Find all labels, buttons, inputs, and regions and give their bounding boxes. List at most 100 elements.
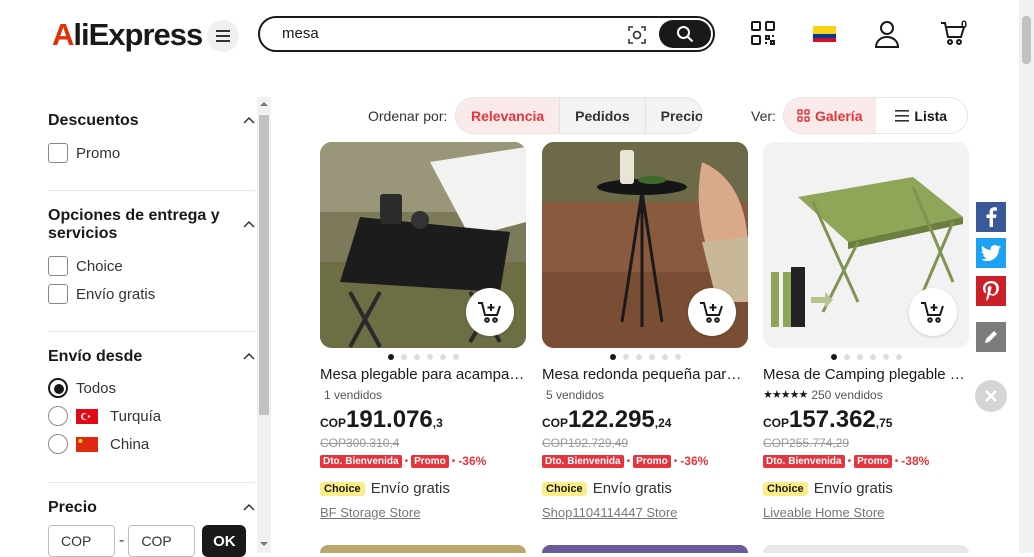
sort-precio[interactable]: Precio — [646, 98, 702, 133]
chevron-up-icon[interactable] — [243, 219, 255, 231]
product-card[interactable]: Mesa plegable para acampar al aire libre… — [320, 142, 526, 520]
product-title[interactable]: Mesa de Camping plegable portátil — [763, 366, 969, 384]
shipping-label: Envío gratis — [813, 480, 893, 497]
product-image[interactable] — [542, 545, 748, 553]
price-integer: 122.295 — [568, 406, 655, 433]
welcome-discount-badge: Dto. Bienvenida — [763, 454, 845, 468]
add-to-cart-button[interactable] — [909, 288, 957, 336]
product-title[interactable]: Mesa redonda pequeña para exteriores — [542, 366, 748, 384]
sort-relevancia[interactable]: Relevancia — [456, 98, 561, 133]
add-to-cart-icon — [700, 302, 723, 323]
welcome-discount-badge: Dto. Bienvenida — [542, 454, 624, 468]
store-link[interactable]: Liveable Home Store — [763, 505, 969, 520]
view-toggle: Galería Lista — [783, 97, 968, 134]
account-icon[interactable] — [874, 20, 900, 53]
badges: Dto. Bienvenida • Promo • -38% — [763, 454, 969, 468]
discount-percent: -36% — [458, 454, 487, 468]
filter-title: Envío desde — [48, 348, 143, 365]
product-image[interactable] — [763, 142, 969, 348]
search-bar — [258, 16, 715, 52]
view-galeria[interactable]: Galería — [784, 98, 876, 133]
choice-badge: Choice — [320, 481, 365, 496]
add-to-cart-icon — [921, 302, 944, 323]
product-title[interactable]: Mesa plegable para acampar al aire libre — [320, 366, 526, 384]
search-button[interactable] — [659, 20, 711, 48]
product-image[interactable] — [320, 545, 526, 553]
filter-option-envio-gratis[interactable]: Envío gratis — [48, 283, 255, 305]
checkbox[interactable] — [48, 284, 68, 304]
china-flag-icon — [76, 436, 98, 452]
filter-title: Precio — [48, 499, 97, 516]
price-min-input[interactable]: COP — [48, 525, 115, 557]
search-input[interactable] — [282, 25, 602, 42]
sold-label: 250 vendidos — [811, 387, 883, 402]
chevron-up-icon[interactable] — [243, 115, 255, 127]
camera-search-icon[interactable] — [627, 25, 647, 50]
product-image[interactable] — [542, 142, 748, 348]
sold-count: 5 vendidos — [542, 387, 748, 402]
option-label: Turquía — [110, 407, 162, 425]
shipping-label: Envío gratis — [592, 480, 672, 497]
promo-badge: Promo — [633, 454, 671, 468]
filter-option-china[interactable]: China — [48, 433, 255, 455]
list-icon — [895, 109, 910, 122]
product-image[interactable] — [763, 545, 969, 553]
filter-option-choice[interactable]: Choice — [48, 255, 255, 277]
product-image[interactable] — [320, 142, 526, 348]
turkey-flag-icon — [76, 408, 98, 424]
filter-precio: Precio COP - COP OK — [48, 499, 255, 557]
product-price: COP122.295,24 — [542, 408, 748, 435]
option-label: Choice — [76, 257, 123, 275]
shipping-info: Choice Envío gratis — [320, 480, 526, 497]
price-ok-button[interactable]: OK — [202, 525, 247, 557]
facebook-icon[interactable] — [976, 202, 1006, 232]
sidebar-scrollbar[interactable] — [257, 97, 271, 553]
radio-button[interactable] — [48, 378, 68, 398]
edit-icon[interactable] — [976, 322, 1006, 352]
sort-pedidos[interactable]: Pedidos — [560, 98, 646, 133]
price-currency: COP — [320, 416, 347, 430]
filter-envio-desde: Envío desde Todos Turquía China — [48, 348, 255, 455]
old-price: COP300.310,4 — [320, 436, 400, 450]
price-max-input[interactable]: COP — [128, 525, 196, 557]
filter-option-promo[interactable]: Promo — [48, 142, 255, 164]
product-price: COP157.362,75 — [763, 408, 969, 435]
view-lista[interactable]: Lista — [876, 98, 968, 133]
welcome-discount-badge: Dto. Bienvenida — [320, 454, 402, 468]
choice-badge: Choice — [763, 481, 808, 496]
add-to-cart-button[interactable] — [688, 288, 736, 336]
discount-percent: -36% — [680, 454, 709, 468]
discount-percent: -38% — [901, 454, 930, 468]
add-to-cart-button[interactable] — [466, 288, 514, 336]
product-card[interactable]: Mesa redonda pequeña para exteriores 5 v… — [542, 142, 748, 520]
sold-count: 1 vendidos — [320, 387, 526, 402]
filter-option-todos[interactable]: Todos — [48, 377, 255, 399]
checkbox[interactable] — [48, 256, 68, 276]
menu-icon[interactable] — [207, 20, 239, 52]
filter-descuentos: Descuentos Promo — [48, 112, 255, 164]
filter-option-turquia[interactable]: Turquía — [48, 405, 255, 427]
qr-code-icon[interactable] — [750, 20, 776, 51]
sold-label: 1 vendidos — [324, 387, 383, 402]
pinterest-icon[interactable] — [976, 276, 1006, 306]
page-scrollbar[interactable] — [1019, 0, 1034, 553]
badges: Dto. Bienvenida • Promo • -36% — [542, 454, 748, 468]
radio-button[interactable] — [48, 434, 68, 454]
aliexpress-logo[interactable]: AliExpress — [52, 17, 203, 53]
close-icon[interactable] — [975, 380, 1007, 412]
twitter-icon[interactable] — [976, 238, 1006, 268]
chevron-up-icon[interactable] — [243, 351, 255, 363]
sort-options: Relevancia Pedidos Precio — [455, 97, 703, 134]
chevron-up-icon[interactable] — [243, 502, 255, 514]
price-separator: - — [119, 532, 125, 549]
product-card[interactable]: Mesa de Camping plegable portátil ★★★★★2… — [763, 142, 969, 520]
store-link[interactable]: BF Storage Store — [320, 505, 526, 520]
store-link[interactable]: Shop1104114447 Store — [542, 505, 748, 520]
radio-button[interactable] — [48, 406, 68, 426]
price-currency: COP — [542, 416, 569, 430]
choice-badge: Choice — [542, 481, 587, 496]
product-price: COP191.076,3 — [320, 408, 526, 435]
checkbox[interactable] — [48, 143, 68, 163]
colombia-flag-icon[interactable] — [813, 26, 836, 42]
image-carousel-dots — [542, 354, 748, 360]
